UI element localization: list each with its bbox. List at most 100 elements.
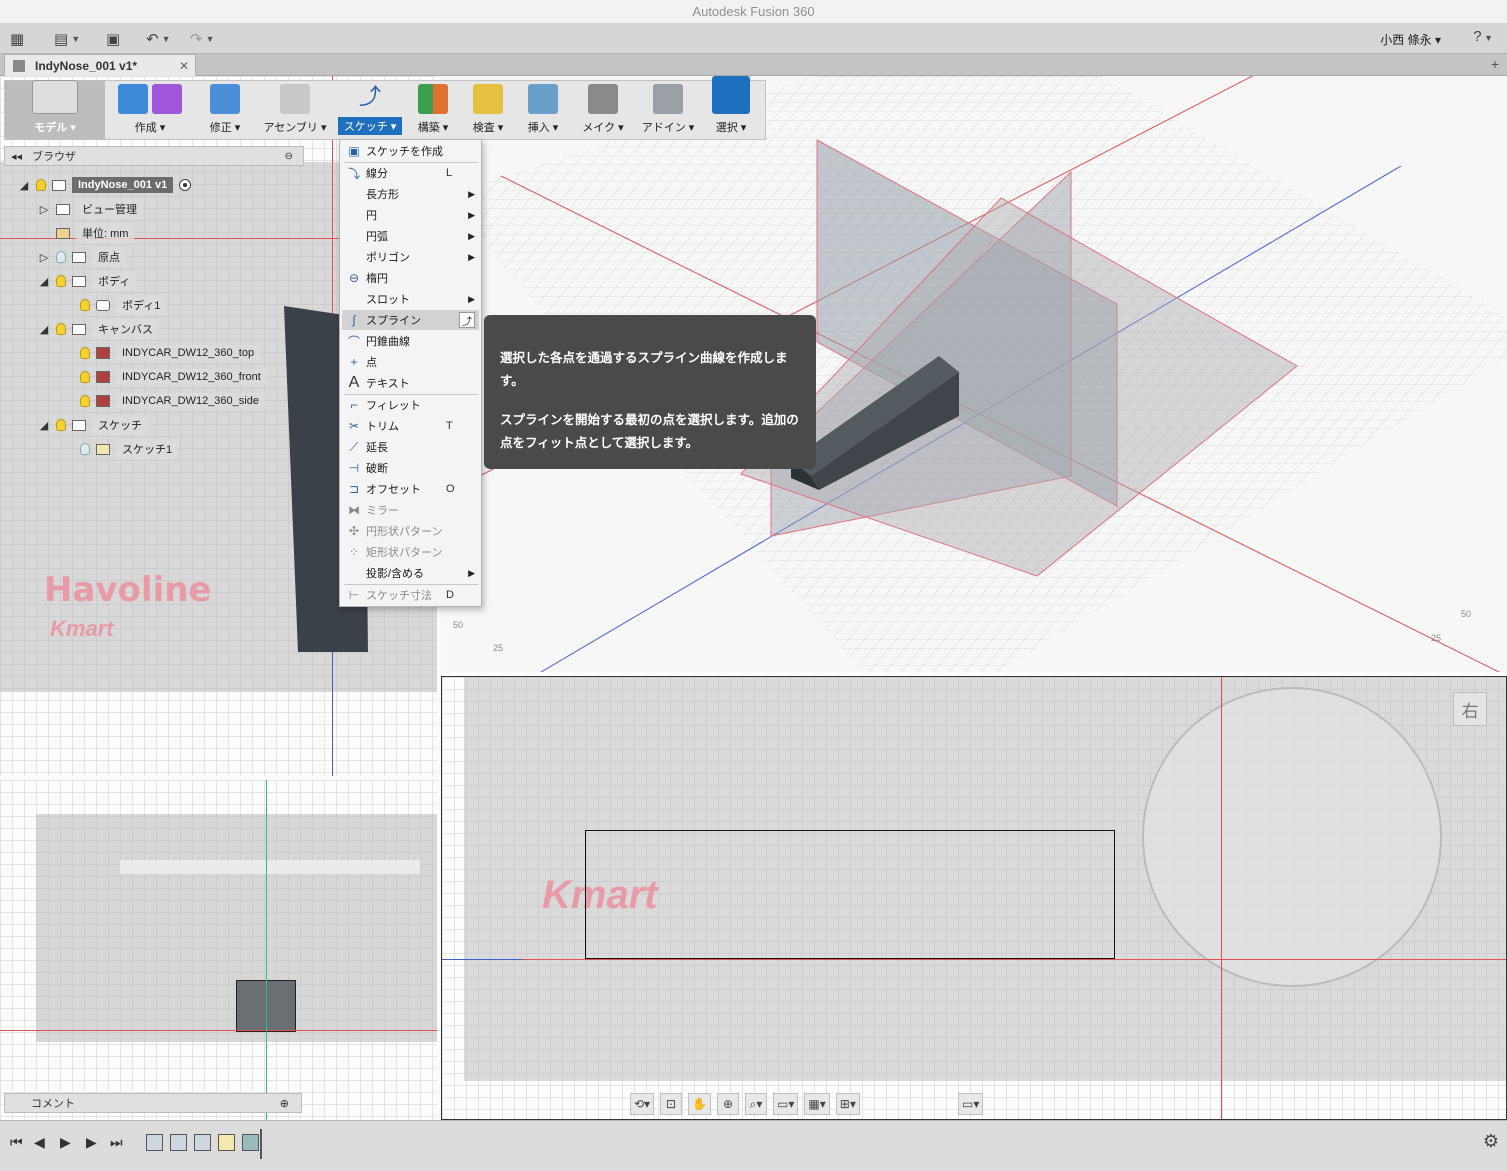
toolbar-create[interactable]: 作成 ▾ (105, 81, 195, 139)
new-tab-button[interactable]: + (1491, 56, 1499, 72)
file-menu-button[interactable]: ▤ ▼ (54, 28, 80, 50)
play-icon[interactable]: ▶︎ (60, 1134, 71, 1151)
timeline-feature-canvas-icon[interactable] (194, 1134, 211, 1151)
toolbar-inspect[interactable]: 検査 ▾ (461, 81, 515, 139)
toolbar-modify[interactable]: 修正 ▾ (195, 81, 255, 139)
timeline-marker[interactable] (260, 1129, 262, 1159)
tree-item-canvas-side[interactable]: INDYCAR_DW12_360_side (80, 390, 265, 412)
spline-pin-icon[interactable]: ⤴ (459, 312, 475, 328)
grid-settings-icon[interactable]: ▦▾ (804, 1093, 830, 1115)
menu-item-conic[interactable]: ⌒ 円錐曲線 (342, 331, 479, 351)
zoom-icon[interactable]: ⊕ (717, 1093, 740, 1115)
menu-item-trim[interactable]: ✂ トリム T (342, 416, 479, 436)
user-menu[interactable]: 小西 條永 ▾ (1380, 31, 1441, 48)
save-icon[interactable]: ▣ (106, 28, 120, 50)
display-settings-icon[interactable]: ▭▾ (773, 1093, 799, 1115)
comment-panel[interactable]: コメント ⊕ (4, 1093, 302, 1113)
timeline-settings-gear-icon[interactable]: ⚙ (1483, 1131, 1499, 1152)
tree-item-sketch1[interactable]: スケッチ1 (80, 438, 179, 460)
tree-item-canvas-front[interactable]: INDYCAR_DW12_360_front (80, 366, 267, 388)
pan-icon[interactable]: ✋ (688, 1093, 712, 1115)
visibility-bulb-icon[interactable] (80, 443, 90, 455)
zoom-window-icon[interactable]: ⌕▾ (745, 1093, 768, 1115)
expand-triangle-icon[interactable]: ▷ (38, 251, 50, 264)
go-to-start-icon[interactable]: ⏮ (10, 1134, 23, 1151)
menu-item-break[interactable]: ⊣ 破断 (342, 458, 479, 478)
expand-triangle-icon[interactable]: ▷ (38, 203, 50, 216)
close-tab-icon[interactable]: ✕ (179, 59, 189, 73)
display-mode-icon[interactable]: ▭▾ (958, 1093, 984, 1115)
menu-item-offset[interactable]: ⊐ オフセット O (342, 479, 479, 499)
add-comment-icon[interactable]: ⊕ (280, 1097, 289, 1110)
menu-item-ellipse[interactable]: ⊖ 楕円 (342, 268, 479, 288)
collapse-triangle-icon[interactable]: ◢ (38, 275, 50, 288)
viewport-side[interactable]: Kmart (441, 676, 1507, 1120)
expand-triangle-icon[interactable]: ◢ (18, 179, 30, 192)
visibility-bulb-icon[interactable] (80, 299, 90, 311)
document-tab[interactable]: IndyNose_001 v1* ✕ (4, 54, 196, 76)
app-grid-icon[interactable]: ▦ (10, 28, 24, 50)
tree-root[interactable]: ◢ IndyNose_001 v1 (18, 174, 192, 196)
visibility-bulb-icon[interactable] (56, 419, 66, 431)
tree-item-bodies[interactable]: ◢ ボディ (38, 270, 137, 292)
collapse-panel-icon[interactable]: ◂◂ (11, 150, 22, 163)
menu-item-project-include[interactable]: 投影/含める ▶ (342, 563, 479, 583)
panel-options-icon[interactable]: ⊖ (285, 151, 293, 162)
visibility-bulb-icon[interactable] (80, 395, 90, 407)
menu-item-fillet[interactable]: ⌐ フィレット (342, 395, 479, 415)
visibility-bulb-icon[interactable] (56, 323, 66, 335)
menu-item-extend[interactable]: ⟋ 延長 (342, 437, 479, 457)
timeline-feature-extrude-icon[interactable] (242, 1134, 259, 1151)
menu-item-line[interactable]: ⤵ 線分 L (342, 163, 479, 183)
toolbar-assemble[interactable]: アセンブリ ▾ (255, 81, 335, 139)
viewports-icon[interactable]: ⊞▾ (835, 1093, 860, 1115)
redo-button[interactable]: ↷ ▼ (190, 28, 215, 50)
visibility-bulb-icon[interactable] (56, 275, 66, 287)
toolbar-construct[interactable]: 構築 ▾ (405, 81, 461, 139)
go-to-end-icon[interactable]: ⏭ (110, 1134, 123, 1151)
visibility-bulb-icon[interactable] (80, 371, 90, 383)
visibility-bulb-icon[interactable] (36, 179, 46, 191)
workspace-switcher[interactable]: モデル ▾ (5, 80, 105, 139)
view-cube-right[interactable]: 右 (1453, 692, 1487, 726)
visibility-bulb-icon[interactable] (56, 251, 66, 263)
collapse-triangle-icon[interactable]: ◢ (38, 419, 50, 432)
toolbar-sketch[interactable]: ⤴ スケッチ ▾ (335, 81, 405, 139)
tree-item-body1[interactable]: ボディ1 (80, 294, 167, 316)
tree-item-origin[interactable]: ▷ 原点 (38, 246, 126, 268)
toolbar-select[interactable]: 選択 ▾ (701, 76, 761, 139)
tree-item-canvas-top[interactable]: INDYCAR_DW12_360_top (80, 342, 261, 364)
menu-item-slot[interactable]: スロット ▶ (342, 289, 479, 309)
tree-item-sketches[interactable]: ◢ スケッチ (38, 414, 148, 436)
timeline-feature-canvas-icon[interactable] (170, 1134, 187, 1151)
collapse-triangle-icon[interactable]: ◢ (38, 323, 50, 336)
toolbar-insert[interactable]: 挿入 ▾ (515, 81, 571, 139)
menu-item-circle[interactable]: 円 ▶ (342, 205, 479, 225)
menu-item-mirror[interactable]: ⧓ ミラー (342, 500, 479, 520)
timeline-feature-canvas-icon[interactable] (146, 1134, 163, 1151)
visibility-bulb-icon[interactable] (80, 347, 90, 359)
menu-item-rectangle[interactable]: 長方形 ▶ (342, 184, 479, 204)
look-at-icon[interactable]: ⊡ (660, 1093, 683, 1115)
menu-item-rectangular-pattern[interactable]: ⁘ 矩形状パターン (342, 542, 479, 562)
viewport-front[interactable] (0, 780, 437, 1120)
step-forward-icon[interactable]: ▶ (86, 1134, 97, 1151)
active-indicator-icon[interactable] (179, 179, 192, 191)
menu-item-arc[interactable]: 円弧 ▶ (342, 226, 479, 246)
step-back-icon[interactable]: ◀︎ (34, 1134, 45, 1151)
tree-item-canvases[interactable]: ◢ キャンバス (38, 318, 159, 340)
toolbar-make[interactable]: メイク ▾ (571, 81, 635, 139)
tree-item-views[interactable]: ▷ ビュー管理 (38, 198, 143, 220)
menu-item-point[interactable]: + 点 (342, 352, 479, 372)
toolbar-addins[interactable]: アドイン ▾ (635, 81, 701, 139)
help-icon[interactable]: ? ▼ (1473, 28, 1493, 45)
menu-item-spline[interactable]: ∫ スプライン ⤴ (342, 310, 479, 330)
menu-item-circular-pattern[interactable]: ✣ 円形状パターン (342, 521, 479, 541)
menu-item-create-sketch[interactable]: ▣ スケッチを作成 (342, 141, 479, 161)
menu-item-sketch-dimension[interactable]: ⊢ スケッチ寸法 D (342, 585, 479, 605)
undo-button[interactable]: ↶ ▼ (146, 28, 171, 50)
timeline-feature-sketch-icon[interactable] (218, 1134, 235, 1151)
browser-header[interactable]: ◂◂ ブラウザ ⊖ (4, 146, 304, 166)
orbit-icon[interactable]: ⟲▾ (630, 1093, 655, 1115)
tree-item-units[interactable]: 単位: mm (56, 222, 135, 244)
